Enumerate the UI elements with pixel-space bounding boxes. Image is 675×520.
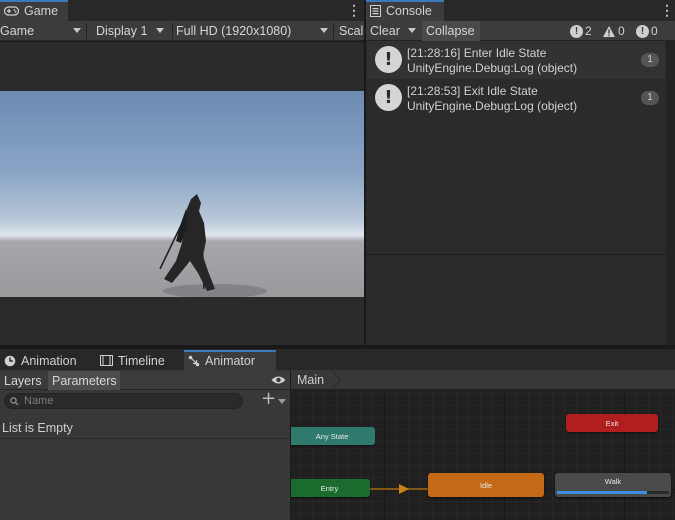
parameter-search-input[interactable]: Name [4, 393, 243, 409]
clock-icon [4, 355, 16, 366]
state-machine-graph[interactable]: Any State Entry Idle Walk Exit [291, 390, 675, 520]
info-icon: ! [375, 84, 402, 111]
state-walk[interactable]: Walk [555, 473, 671, 497]
log-collapse-count: 1 [641, 53, 659, 67]
plus-icon: + [261, 388, 277, 409]
error-count-toggle[interactable]: ! 0 [636, 22, 658, 40]
clear-button[interactable]: Clear [370, 21, 404, 41]
chevron-down-icon [408, 28, 416, 33]
resolution-label: Full HD (1920x1080) [176, 24, 292, 38]
chevron-down-icon [278, 399, 286, 404]
list-divider [0, 438, 290, 439]
info-icon: ! [375, 46, 402, 73]
tab-game[interactable]: Game [0, 0, 68, 21]
display-label: Display 1 [96, 24, 148, 38]
subtab-layers[interactable]: Layers [0, 371, 47, 390]
state-exit-label: Exit [605, 418, 619, 428]
tab-console[interactable]: Console [366, 0, 444, 21]
warning-count-toggle[interactable]: 0 [602, 22, 625, 40]
collapse-toggle[interactable]: Collapse [422, 21, 480, 41]
tab-game-label: Game [24, 3, 59, 18]
log-entry[interactable]: ! [21:28:53] Exit Idle State UnityEngine… [367, 79, 665, 117]
console-icon [370, 4, 381, 17]
resolution-dropdown[interactable]: Full HD (1920x1080) [176, 21, 332, 41]
state-entry-label: Entry [320, 483, 339, 493]
toolbar-divider [333, 23, 334, 39]
state-any-state-label: Any State [315, 431, 349, 441]
gamepad-icon [4, 5, 19, 16]
log-collapse-count: 1 [641, 91, 659, 105]
tab-animation-label: Animation [21, 353, 77, 368]
tab-animator-label: Animator [205, 353, 256, 368]
subtab-parameters-label: Parameters [52, 373, 117, 388]
log-source: UnityEngine.Debug:Log (object) [407, 99, 578, 113]
game-toolbar: Game Display 1 Full HD (1920x1080) Scal [0, 21, 364, 41]
state-exit[interactable]: Exit [566, 414, 658, 432]
state-idle[interactable]: Idle [428, 473, 544, 497]
log-message: [21:28:16] Enter Idle State [407, 46, 547, 60]
console-scrollbar[interactable] [666, 41, 675, 345]
chevron-down-icon [156, 28, 164, 33]
breadcrumb[interactable]: Main [291, 370, 343, 390]
state-any-state[interactable]: Any State [291, 427, 375, 445]
animator-icon [188, 355, 200, 366]
breadcrumb-bar [291, 370, 675, 390]
console-split-divider[interactable] [366, 254, 666, 255]
state-idle-label: Idle [479, 480, 493, 490]
state-entry[interactable]: Entry [291, 479, 370, 497]
log-count: 2 [585, 24, 592, 38]
state-walk-label: Walk [604, 477, 622, 486]
breadcrumb-chevron-icon [331, 370, 341, 390]
entry-to-idle-transition[interactable] [291, 390, 675, 520]
clear-options-dropdown[interactable] [404, 21, 420, 41]
log-source: UnityEngine.Debug:Log (object) [407, 61, 578, 75]
tab-timeline-label: Timeline [118, 353, 165, 368]
breadcrumb-main: Main [297, 373, 325, 387]
error-icon: ! [636, 24, 649, 38]
scale-slider-label[interactable]: Scal [339, 21, 364, 41]
scale-label: Scal [339, 24, 364, 38]
eye-icon[interactable] [271, 375, 286, 385]
tab-timeline[interactable]: Timeline [96, 350, 180, 371]
toolbar-divider [172, 23, 173, 39]
warning-icon [603, 25, 615, 37]
warning-count: 0 [618, 24, 625, 38]
display-dropdown[interactable]: Display 1 [96, 21, 172, 41]
walk-progress-fill [557, 491, 647, 494]
search-icon [10, 397, 19, 406]
chevron-down-icon [73, 28, 81, 33]
log-count-toggle[interactable]: ! 2 [570, 22, 592, 40]
chevron-down-icon [320, 28, 328, 33]
game-mode-dropdown[interactable]: Game [0, 21, 86, 41]
game-menu-kebab[interactable]: ⋮ [347, 2, 361, 18]
console-menu-kebab[interactable]: ⋮ [660, 2, 674, 18]
game-mode-label: Game [0, 24, 35, 38]
add-parameter-button[interactable]: + [261, 388, 287, 409]
film-icon [100, 355, 113, 366]
tab-console-label: Console [386, 3, 432, 18]
collapse-label: Collapse [426, 24, 475, 38]
error-count: 0 [651, 24, 658, 38]
log-entry[interactable]: ! [21:28:16] Enter Idle State UnityEngin… [367, 41, 665, 79]
tab-animator[interactable]: Animator [184, 350, 276, 371]
tab-animation[interactable]: Animation [0, 350, 92, 371]
subtab-layers-label: Layers [4, 373, 42, 388]
toolbar-divider [86, 23, 87, 39]
game-view[interactable] [0, 91, 364, 297]
info-icon: ! [570, 24, 583, 38]
walk-progress-track [557, 491, 669, 494]
console-toolbar: Clear Collapse ! 2 0 ! 0 [366, 21, 675, 41]
log-message: [21:28:53] Exit Idle State [407, 84, 538, 98]
character-figure [159, 194, 267, 297]
subtab-parameters[interactable]: Parameters [48, 371, 120, 390]
empty-list-message: List is Empty [2, 421, 73, 435]
clear-label: Clear [370, 24, 400, 38]
search-placeholder: Name [24, 395, 54, 407]
